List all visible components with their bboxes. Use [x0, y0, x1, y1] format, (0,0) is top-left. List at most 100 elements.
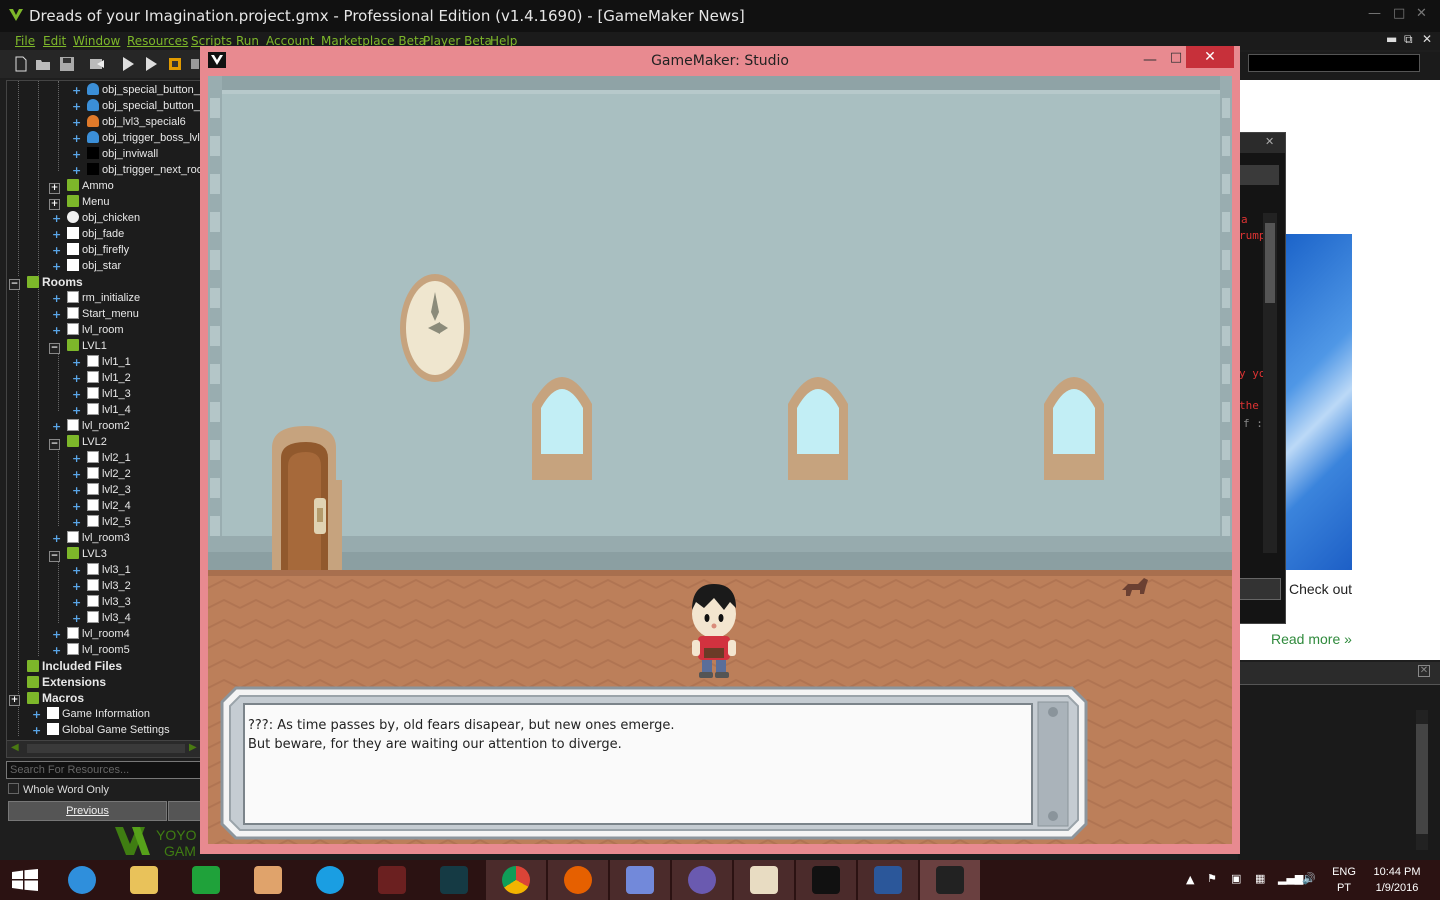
tree-plus-icon[interactable]: + [72, 597, 81, 608]
ide-maximize-button[interactable]: □ [1393, 6, 1405, 21]
tree-item[interactable]: obj_trigger_boss_lvl2 [87, 131, 203, 147]
tree-item[interactable]: LVL1 [67, 339, 107, 355]
news-read-more-link[interactable]: Read more » [1271, 631, 1352, 647]
tree-item[interactable]: lvl_room5 [67, 643, 130, 659]
taskbar-word[interactable] [858, 860, 918, 900]
menu-window[interactable]: Window [73, 34, 120, 48]
tree-item[interactable]: Global Game Settings [47, 723, 170, 739]
taskbar-firefox[interactable] [548, 860, 608, 900]
game-close-button[interactable]: ✕ [1186, 46, 1234, 68]
tree-plus-icon[interactable]: + [52, 325, 61, 336]
tree-item[interactable]: lvl3_2 [87, 579, 131, 595]
tree-expander-icon[interactable]: − [49, 439, 60, 450]
tree-item[interactable]: obj_fade [67, 227, 124, 243]
taskbar-gamemaker[interactable] [796, 860, 856, 900]
tray-volume-icon[interactable]: 🔊 [1302, 872, 1316, 885]
taskbar-skype[interactable] [300, 860, 360, 900]
tree-horizontal-scrollbar[interactable]: ◀ ▶ [6, 740, 204, 758]
tray-network-icon[interactable]: ▣ [1231, 872, 1241, 885]
tree-item[interactable]: obj_lvl3_special6 [87, 115, 186, 131]
tree-expander-icon[interactable]: − [49, 343, 60, 354]
tree-item[interactable]: obj_chicken [67, 211, 140, 227]
tree-item[interactable]: lvl_room2 [67, 419, 130, 435]
tree-item[interactable]: Start_menu [67, 307, 139, 323]
tree-plus-icon[interactable]: + [52, 245, 61, 256]
tree-plus-icon[interactable]: + [72, 501, 81, 512]
taskbar-paint[interactable] [238, 860, 298, 900]
tree-item[interactable]: Menu [67, 195, 110, 211]
taskbar-chrome[interactable] [486, 860, 546, 900]
menu-file[interactable]: File [15, 34, 35, 48]
tree-plus-icon[interactable]: + [72, 517, 81, 528]
news-url-input[interactable] [1248, 54, 1420, 72]
news-image[interactable] [1284, 234, 1352, 570]
tree-plus-icon[interactable]: + [72, 565, 81, 576]
tray-signal-icon[interactable]: ▂▄▆ [1278, 872, 1303, 885]
tree-plus-icon[interactable]: + [72, 101, 81, 112]
ide-close-button[interactable]: ✕ [1416, 6, 1427, 21]
tree-item[interactable]: obj_firefly [67, 243, 129, 259]
tree-item[interactable]: lvl_room4 [67, 627, 130, 643]
taskbar-rog[interactable] [362, 860, 422, 900]
export-icon[interactable] [89, 56, 105, 72]
tray-clock[interactable]: 10:44 PM 1/9/2016 [1366, 864, 1428, 896]
whole-word-checkbox[interactable]: Whole Word Only [6, 781, 202, 799]
tree-item[interactable]: lvl3_3 [87, 595, 131, 611]
tree-item[interactable]: lvl2_5 [87, 515, 131, 531]
next-button[interactable] [168, 801, 204, 821]
tree-item[interactable]: lvl3_4 [87, 611, 131, 627]
game-maximize-button[interactable]: □ [1166, 50, 1186, 68]
tree-plus-icon[interactable]: + [72, 405, 81, 416]
tree-item[interactable]: obj_special_button_lv [87, 83, 203, 99]
tree-plus-icon[interactable]: + [52, 645, 61, 656]
tree-item[interactable]: Extensions [27, 675, 106, 691]
open-folder-icon[interactable] [35, 56, 51, 72]
tree-plus-icon[interactable]: + [72, 149, 81, 160]
ide-minimize-button[interactable]: — [1368, 6, 1381, 21]
tree-expander-icon[interactable]: + [49, 199, 60, 210]
taskbar-cat-app[interactable] [672, 860, 732, 900]
tree-plus-icon[interactable]: + [52, 421, 61, 432]
resource-search-input[interactable]: Search For Resources... [6, 761, 204, 779]
mdi-restore-icon[interactable]: ⧉ [1404, 32, 1413, 47]
tree-item[interactable]: lvl2_4 [87, 499, 131, 515]
tree-item[interactable]: lvl1_2 [87, 371, 131, 387]
tree-item[interactable]: Macros [27, 691, 84, 707]
tree-item[interactable]: lvl2_1 [87, 451, 131, 467]
mdi-minimize-icon[interactable]: ▬ [1386, 32, 1397, 46]
scroll-left-icon[interactable]: ◀ [11, 742, 19, 753]
tree-item[interactable]: obj_inviwall [87, 147, 158, 163]
taskbar-popcorn-time[interactable] [734, 860, 794, 900]
tray-language[interactable]: ENG PT [1329, 864, 1359, 896]
tree-plus-icon[interactable]: + [52, 533, 61, 544]
game-minimize-button[interactable]: — [1140, 52, 1160, 70]
tree-plus-icon[interactable]: + [72, 117, 81, 128]
code-scrollbar[interactable] [1263, 213, 1277, 553]
tree-item[interactable]: Game Information [47, 707, 150, 723]
tree-plus-icon[interactable]: + [72, 581, 81, 592]
scroll-right-icon[interactable]: ▶ [189, 742, 197, 753]
code-window-close-icon[interactable]: ✕ [1265, 135, 1274, 148]
mdi-close-icon[interactable]: ✕ [1422, 32, 1432, 46]
new-file-icon[interactable] [13, 56, 29, 72]
tree-plus-icon[interactable]: + [32, 725, 41, 736]
tree-item[interactable]: obj_star [67, 259, 121, 275]
taskbar-steelseries[interactable] [424, 860, 484, 900]
tree-item[interactable]: LVL3 [67, 547, 107, 563]
tray-flag-icon[interactable]: ⚑ [1207, 872, 1217, 885]
tree-item[interactable]: LVL2 [67, 435, 107, 451]
tree-plus-icon[interactable]: + [52, 261, 61, 272]
tree-expander-icon[interactable]: − [9, 279, 20, 290]
tree-plus-icon[interactable]: + [72, 373, 81, 384]
taskbar-store[interactable] [176, 860, 236, 900]
menu-edit[interactable]: Edit [43, 34, 66, 48]
tree-item[interactable]: lvl2_3 [87, 483, 131, 499]
tray-windows-icon[interactable]: ▦ [1255, 872, 1265, 885]
game-canvas[interactable]: ???: As time passes by, old fears disape… [208, 76, 1232, 844]
previous-button[interactable]: Previous [8, 801, 167, 821]
tree-plus-icon[interactable]: + [72, 165, 81, 176]
tree-item[interactable]: Ammo [67, 179, 114, 195]
tree-plus-icon[interactable]: + [72, 133, 81, 144]
tree-item[interactable]: obj_special_button_lv [87, 99, 203, 115]
tree-plus-icon[interactable]: + [52, 229, 61, 240]
